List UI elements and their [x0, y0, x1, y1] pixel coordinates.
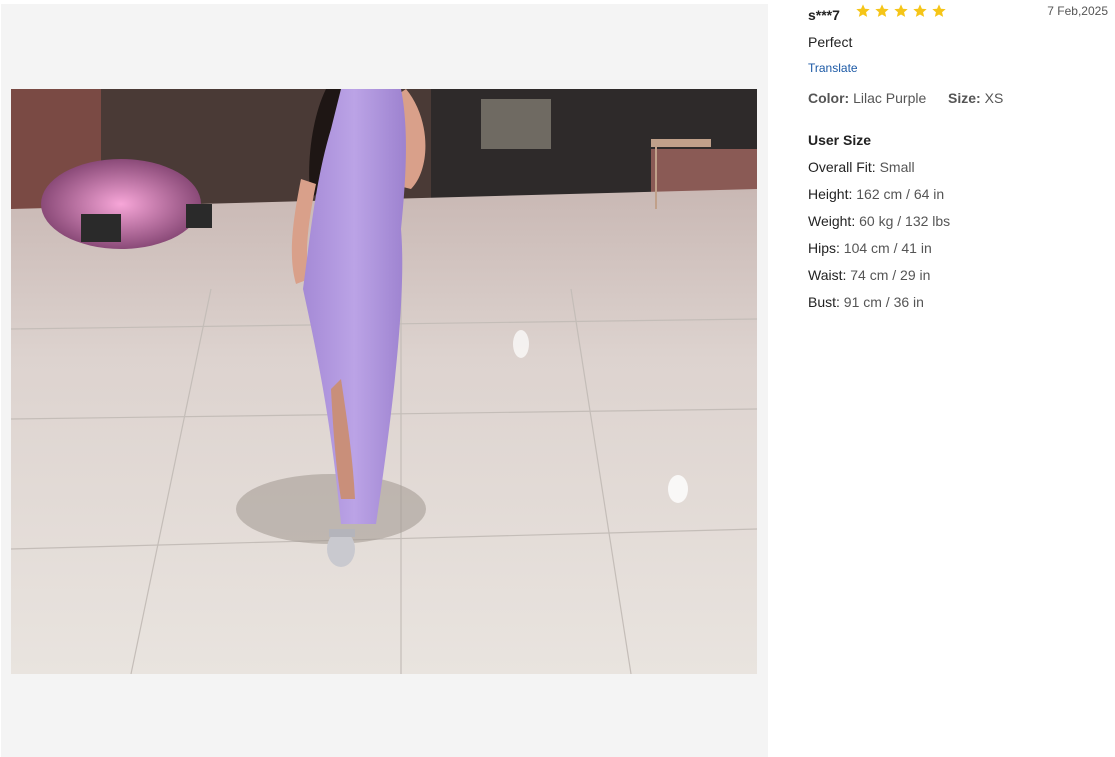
- user-size-label: Overall Fit:: [808, 159, 876, 175]
- review-photo-panel: [1, 4, 768, 757]
- star-icon: [893, 3, 909, 19]
- translate-link[interactable]: Translate: [808, 61, 858, 75]
- user-size-row-height: Height: 162 cm / 64 in: [808, 186, 950, 213]
- size-value: XS: [984, 90, 1004, 106]
- user-size-label: Height:: [808, 186, 853, 202]
- user-size-row-bust: Bust: 91 cm / 36 in: [808, 294, 950, 321]
- review-date: 7 Feb,2025: [1047, 4, 1108, 18]
- user-size-value: 60 kg / 132 lbs: [859, 213, 951, 229]
- user-size-label: Waist:: [808, 267, 847, 283]
- user-size-label: Bust:: [808, 294, 840, 310]
- user-size-row-waist: Waist: 74 cm / 29 in: [808, 267, 950, 294]
- review-photo-image: [11, 89, 757, 674]
- star-icon: [874, 3, 890, 19]
- star-icon: [931, 3, 947, 19]
- color-value: Lilac Purple: [853, 90, 927, 106]
- rating-stars: [855, 3, 947, 19]
- review-photo[interactable]: [11, 89, 757, 674]
- color-label: Color:: [808, 90, 850, 106]
- user-size-list: Overall Fit: Small Height: 162 cm / 64 i…: [808, 159, 950, 321]
- reviewer-name: s***7: [808, 7, 840, 23]
- size-label: Size:: [948, 90, 981, 106]
- user-size-label: Weight:: [808, 213, 856, 229]
- user-size-row-fit: Overall Fit: Small: [808, 159, 950, 186]
- user-size-value: 104 cm / 41 in: [843, 240, 932, 256]
- review-details: s***7 7 Feb,2025 Perfect Translate Color…: [808, 0, 1108, 757]
- user-size-row-weight: Weight: 60 kg / 132 lbs: [808, 213, 950, 240]
- purchase-attributes: Color: Lilac Purple Size: XS: [808, 90, 1003, 106]
- user-size-value: 91 cm / 36 in: [843, 294, 924, 310]
- user-size-label: Hips:: [808, 240, 840, 256]
- review-text: Perfect: [808, 34, 853, 50]
- user-size-title: User Size: [808, 132, 872, 148]
- star-icon: [912, 3, 928, 19]
- user-size-value: 162 cm / 64 in: [856, 186, 945, 202]
- user-size-value: Small: [879, 159, 915, 175]
- user-size-row-hips: Hips: 104 cm / 41 in: [808, 240, 950, 267]
- user-size-value: 74 cm / 29 in: [850, 267, 931, 283]
- star-icon: [855, 3, 871, 19]
